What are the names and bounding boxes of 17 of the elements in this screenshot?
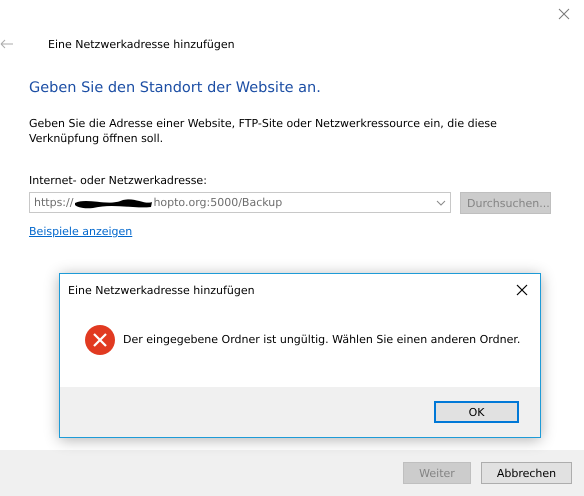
close-icon: [558, 8, 570, 20]
address-label: Internet- oder Netzwerkadresse:: [29, 174, 208, 187]
examples-link[interactable]: Beispiele anzeigen: [29, 225, 132, 238]
page-heading: Geben Sie den Standort der Website an.: [29, 80, 322, 96]
address-combo-field[interactable]: https:// hopto.org:5000/Backup: [29, 192, 451, 213]
close-icon: [516, 284, 528, 296]
ok-button[interactable]: OK: [434, 401, 519, 423]
back-arrow-icon: [0, 39, 14, 49]
dialog-title: Eine Netzwerkadresse hinzufügen: [68, 284, 255, 296]
window-title: Eine Netzwerkadresse hinzufügen: [48, 38, 235, 50]
error-message: Der eingegebene Ordner ist ungültig. Wählen Sie einen anderen Ordner.: [123, 333, 520, 346]
description-text: Geben Sie die Adresse einer Website, FTP-Site oder Netzwerkressource ein, die diese Verknüpfung öffnen soll.: [29, 116, 498, 146]
cancel-button[interactable]: Abbrechen: [481, 462, 572, 484]
address-value-start: https://: [34, 196, 74, 209]
address-value-end: hopto.org:5000/Backup: [153, 196, 282, 209]
error-icon: [85, 324, 115, 354]
chevron-down-icon: [436, 200, 446, 206]
